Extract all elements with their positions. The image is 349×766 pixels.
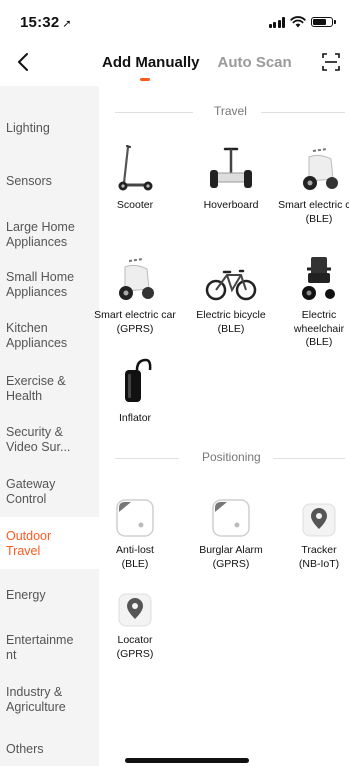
device-anti-lost[interactable]: Anti-lost (BLE) [93,486,177,571]
section-title: Travel [214,104,247,118]
location-pin-icon [302,503,336,537]
sidebar-item-sensors[interactable]: Sensors [0,174,99,189]
device-name: Tracker (NB-IoT) [298,544,340,570]
category-sidebar: Lighting Sensors Large Home Appliances S… [0,86,99,766]
divider [261,112,345,113]
sidebar-item-security-video[interactable]: Security & Video Sur... [0,425,82,455]
device-name: Inflator [118,412,152,424]
sidebar-item-exercise-health[interactable]: Exercise & Health [0,374,82,404]
device-name: Hoverboard [203,199,259,211]
sidebar-item-gateway-control[interactable]: Gateway Control [0,477,82,507]
device-name: Electric bicycle (BLE) [196,309,266,335]
sidebar-item-others[interactable]: Others [0,742,99,757]
section-header-travel: Travel [115,104,345,120]
scan-icon[interactable] [321,52,341,72]
sidebar-item-entertainment[interactable]: Entertainme nt [0,633,82,663]
device-tracker[interactable]: Tracker (NB-IoT) [277,486,349,571]
sidebar-item-industry-agriculture[interactable]: Industry & Agriculture [0,685,82,715]
sidebar-item-small-home-appliances[interactable]: Small Home Appliances [0,270,82,300]
sidebar-item-large-home-appliances[interactable]: Large Home Appliances [0,220,82,250]
device-inflator[interactable]: Inflator [93,354,177,426]
device-list: Travel Scooter Hoverboard Smart electric… [94,86,349,766]
device-smart-electric-car-ble[interactable]: Smart electric car (BLE) [277,141,349,226]
device-name: Scooter [116,199,154,211]
divider [115,112,193,113]
tab-auto-scan[interactable]: Auto Scan [218,54,292,71]
electric-car-icon [119,258,154,300]
sidebar-item-lighting[interactable]: Lighting [0,121,99,136]
location-arrow-icon: ➚ [62,18,72,30]
device-name: Burglar Alarm (GPRS) [199,544,263,570]
device-name: Smart electric car (GPRS) [94,309,176,335]
device-scooter[interactable]: Scooter [93,141,177,213]
section-title: Positioning [202,450,261,464]
active-tab-indicator [140,78,150,81]
wheelchair-icon [302,257,335,300]
status-bar: 15:32 ➚ [0,0,349,44]
sidebar-item-label: Outdoor Travel [6,529,52,558]
location-pin-icon [118,593,152,627]
device-name: Smart electric car (BLE) [278,199,349,225]
signal-icon [268,16,285,28]
electric-car-icon [303,148,338,190]
device-electric-bicycle[interactable]: Electric bicycle (BLE) [189,251,273,336]
scooter-icon [118,145,153,191]
device-name: Locator (GPRS) [116,634,154,660]
status-time: 15:32 ➚ [20,14,72,31]
tag-icon [116,499,154,537]
tab-bar: Add Manually Auto Scan [102,54,292,81]
inflator-icon [125,358,152,402]
divider [115,458,179,459]
device-electric-wheelchair[interactable]: Electric wheelchair (BLE) [277,251,349,350]
status-icons [268,16,336,28]
device-burglar-alarm[interactable]: Burglar Alarm (GPRS) [189,486,273,571]
bicycle-icon [205,269,257,301]
hoverboard-icon [210,147,252,188]
divider [273,458,345,459]
sidebar-item-energy[interactable]: Energy [0,588,99,603]
wifi-icon [290,16,306,28]
tab-add-manually[interactable]: Add Manually [102,54,200,81]
device-hoverboard[interactable]: Hoverboard [189,141,273,213]
device-name: Anti-lost (BLE) [116,544,154,570]
device-smart-electric-car-gprs[interactable]: Smart electric car (GPRS) [93,251,177,336]
battery-icon [311,17,336,27]
device-name: Electric wheelchair (BLE) [293,309,345,348]
device-locator[interactable]: Locator (GPRS) [93,576,177,661]
tag-icon [212,499,250,537]
top-nav: Add Manually Auto Scan [0,44,349,86]
back-chevron-icon[interactable] [14,50,34,74]
sidebar-item-outdoor-travel[interactable]: Outdoor Travel [0,517,99,569]
home-indicator[interactable] [125,758,249,763]
section-header-positioning: Positioning [115,450,345,466]
sidebar-item-kitchen-appliances[interactable]: Kitchen Appliances [0,321,82,351]
